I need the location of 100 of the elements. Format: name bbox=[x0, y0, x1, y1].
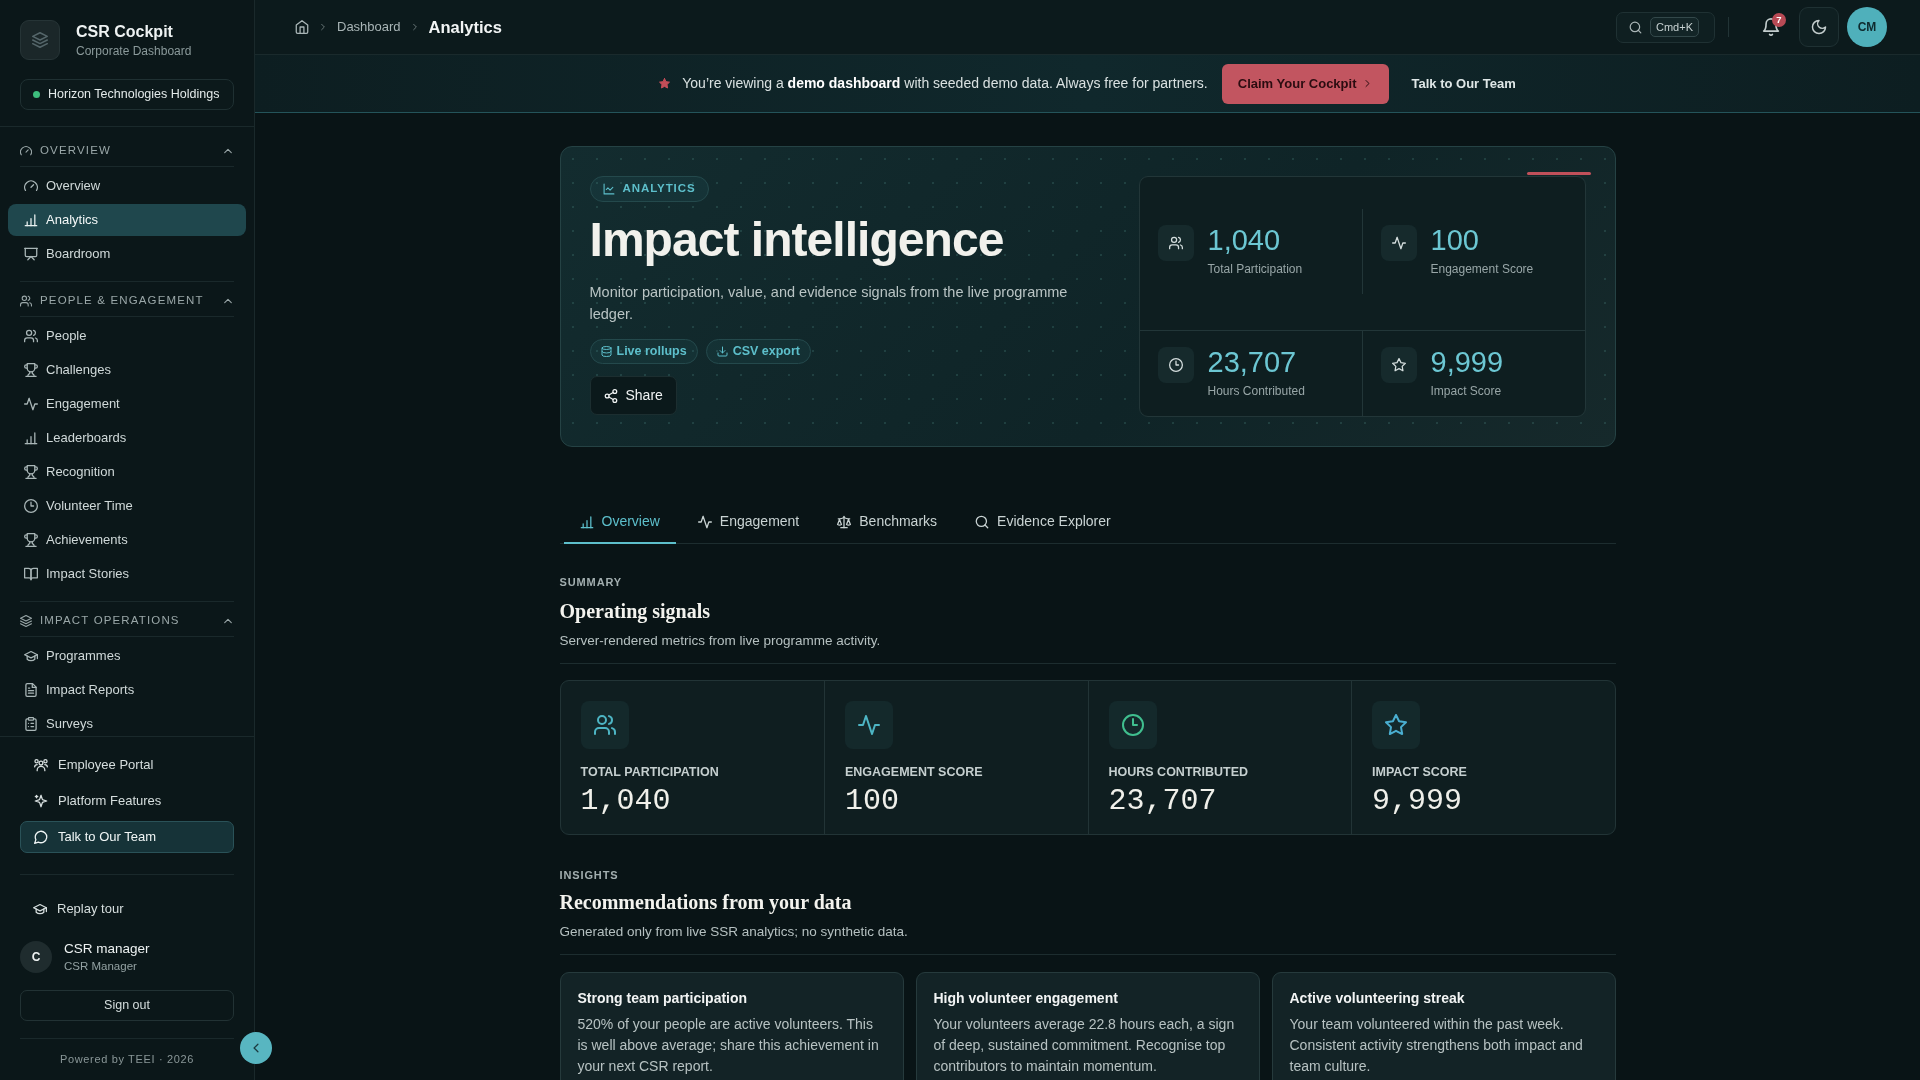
search-icon bbox=[1629, 20, 1642, 34]
sidebar-item[interactable]: Engagement bbox=[8, 388, 246, 420]
home-icon[interactable] bbox=[295, 20, 309, 34]
sidebar-item[interactable]: Impact Stories bbox=[8, 558, 246, 590]
moon-icon bbox=[1811, 19, 1827, 35]
trophy-icon[interactable] bbox=[24, 465, 38, 479]
user-avatar[interactable]: CM bbox=[1847, 7, 1887, 47]
notification-count: 7 bbox=[1772, 13, 1786, 27]
stat-value: 23,707 bbox=[1207, 346, 1298, 379]
bar-chart-icon[interactable] bbox=[24, 213, 38, 227]
clock-icon[interactable] bbox=[24, 499, 38, 513]
stat-label: Total Participation bbox=[1207, 260, 1303, 278]
accent-line-icon bbox=[1526, 172, 1591, 175]
layers-icon bbox=[20, 20, 60, 60]
metric-label: HOURS CONTRIBUTED bbox=[1108, 764, 1250, 780]
notifications-button[interactable]: 7 bbox=[1751, 7, 1791, 47]
insight-title: High volunteer engagement bbox=[933, 988, 1119, 1008]
metric-label: IMPACT SCORE bbox=[1372, 764, 1468, 780]
replay-tour-link[interactable]: Replay tour bbox=[20, 892, 234, 925]
bar-chart-icon[interactable] bbox=[24, 431, 38, 445]
layers-icon bbox=[20, 614, 32, 627]
user-role: CSR Manager bbox=[64, 959, 138, 974]
open-book-icon[interactable] bbox=[24, 567, 38, 581]
pulse-icon[interactable] bbox=[24, 397, 38, 411]
sidebar-item[interactable]: People bbox=[8, 320, 246, 352]
download-icon bbox=[716, 346, 728, 358]
sidebar-link[interactable]: Platform Features bbox=[20, 784, 234, 817]
section-header[interactable]: IMPACT OPERATIONS bbox=[20, 605, 234, 637]
gauge-icon[interactable] bbox=[24, 179, 38, 193]
breadcrumb-link[interactable]: Dashboard bbox=[337, 17, 401, 37]
share-button[interactable]: Share bbox=[589, 376, 677, 416]
trophy-icon[interactable] bbox=[24, 363, 38, 377]
sidebar-item[interactable]: Overview bbox=[8, 170, 246, 202]
graduation-cap-icon[interactable] bbox=[33, 901, 47, 916]
easel-icon[interactable] bbox=[24, 247, 38, 261]
section-header[interactable]: PEOPLE & ENGAGEMENT bbox=[20, 285, 234, 317]
metric-label: TOTAL PARTICIPATION bbox=[580, 764, 720, 780]
pulse-icon bbox=[845, 700, 893, 749]
insight-title: Active volunteering streak bbox=[1289, 988, 1466, 1008]
sidebar-item[interactable]: Achievements bbox=[8, 524, 246, 556]
sidebar-item[interactable]: Leaderboards bbox=[8, 422, 246, 454]
database-icon bbox=[600, 346, 612, 358]
sidebar-item[interactable]: Programmes bbox=[8, 640, 246, 672]
graduation-cap-icon[interactable] bbox=[24, 649, 38, 663]
stat-label: Impact Score bbox=[1430, 382, 1503, 400]
section-header[interactable]: OVERVIEW bbox=[20, 135, 234, 167]
stat-value: 9,999 bbox=[1430, 346, 1504, 379]
tab[interactable]: Benchmarks bbox=[821, 501, 954, 544]
footer-text: Powered by TEEI · 2026 bbox=[58, 1051, 196, 1067]
metric-value: 23,707 bbox=[1108, 783, 1218, 818]
search-button[interactable]: Cmd+K bbox=[1616, 11, 1715, 43]
sidebar-item[interactable]: Surveys bbox=[8, 708, 246, 736]
feature-chip: Live rollups bbox=[589, 339, 698, 365]
pulse-icon bbox=[1380, 225, 1417, 261]
group-icon[interactable] bbox=[34, 757, 48, 772]
theme-toggle-button[interactable] bbox=[1799, 7, 1839, 47]
stat-value: 1,040 bbox=[1207, 225, 1282, 257]
page-description: Monitor participation, value, and evidence signals from the live programme ledger. bbox=[589, 283, 1069, 325]
sign-out-button[interactable]: Sign out bbox=[20, 989, 234, 1021]
sidebar-item[interactable]: Impact Reports bbox=[8, 674, 246, 706]
sidebar-item[interactable]: Challenges bbox=[8, 354, 246, 386]
sparkle-icon[interactable] bbox=[34, 793, 48, 808]
sidebar-link[interactable]: Employee Portal bbox=[20, 748, 234, 781]
talk-link[interactable]: Talk to Our Team bbox=[1411, 73, 1516, 94]
chat-bubble-icon[interactable] bbox=[34, 829, 48, 844]
sidebar-item[interactable]: Volunteer Time bbox=[8, 490, 246, 522]
tab[interactable]: Evidence Explorer bbox=[959, 501, 1127, 544]
sidebar-item[interactable]: Boardroom bbox=[8, 238, 246, 270]
section-eyebrow: INSIGHTS bbox=[559, 867, 620, 882]
insight-title: Strong team participation bbox=[577, 988, 749, 1008]
sidebar-item[interactable]: Analytics bbox=[8, 204, 246, 236]
contact-button[interactable]: Talk to Our Team bbox=[20, 820, 234, 853]
clipboard-icon[interactable] bbox=[24, 717, 38, 731]
people-icon bbox=[1157, 225, 1194, 261]
bell-icon bbox=[1762, 18, 1780, 36]
sidebar-item[interactable]: Recognition bbox=[8, 456, 246, 488]
claim-button[interactable]: Claim Your Cockpit bbox=[1221, 63, 1390, 104]
people-icon bbox=[580, 700, 629, 749]
stat-value: 100 bbox=[1430, 225, 1480, 257]
feature-chip: CSV export bbox=[705, 339, 812, 365]
people-icon bbox=[20, 294, 32, 307]
organization-selector[interactable]: Horizon Technologies Holdings bbox=[20, 79, 234, 110]
trophy-icon[interactable] bbox=[24, 533, 38, 547]
tab[interactable]: Engagement bbox=[681, 501, 816, 544]
share-icon bbox=[603, 388, 618, 403]
section-description: Generated only from live SSR analytics; no synthetic data. bbox=[559, 922, 909, 941]
people-icon[interactable] bbox=[24, 329, 38, 343]
page-title: Analytics bbox=[428, 16, 502, 38]
page-heading: Impact intelligence bbox=[589, 212, 1004, 268]
clock-icon bbox=[1157, 346, 1194, 383]
insight-text: Your volunteers average 22.8 hours each, a sign of deep, sustained commitment. Recognise top contributors to maintain momentum. bbox=[933, 1014, 1236, 1076]
document-icon[interactable] bbox=[24, 683, 38, 697]
insight-text: 520% of your people are active volunteers. This is well above average; share this achievement in your next CSR report. bbox=[577, 1014, 880, 1076]
metric-value: 9,999 bbox=[1372, 783, 1463, 818]
metric-value: 1,040 bbox=[580, 783, 672, 818]
section-badge: ANALYTICS bbox=[589, 176, 709, 202]
user-name: CSR manager bbox=[64, 940, 150, 957]
shortcut-key: Cmd+K bbox=[1650, 16, 1699, 38]
collapse-sidebar-button[interactable] bbox=[240, 1032, 272, 1064]
tab[interactable]: Overview bbox=[563, 501, 676, 544]
